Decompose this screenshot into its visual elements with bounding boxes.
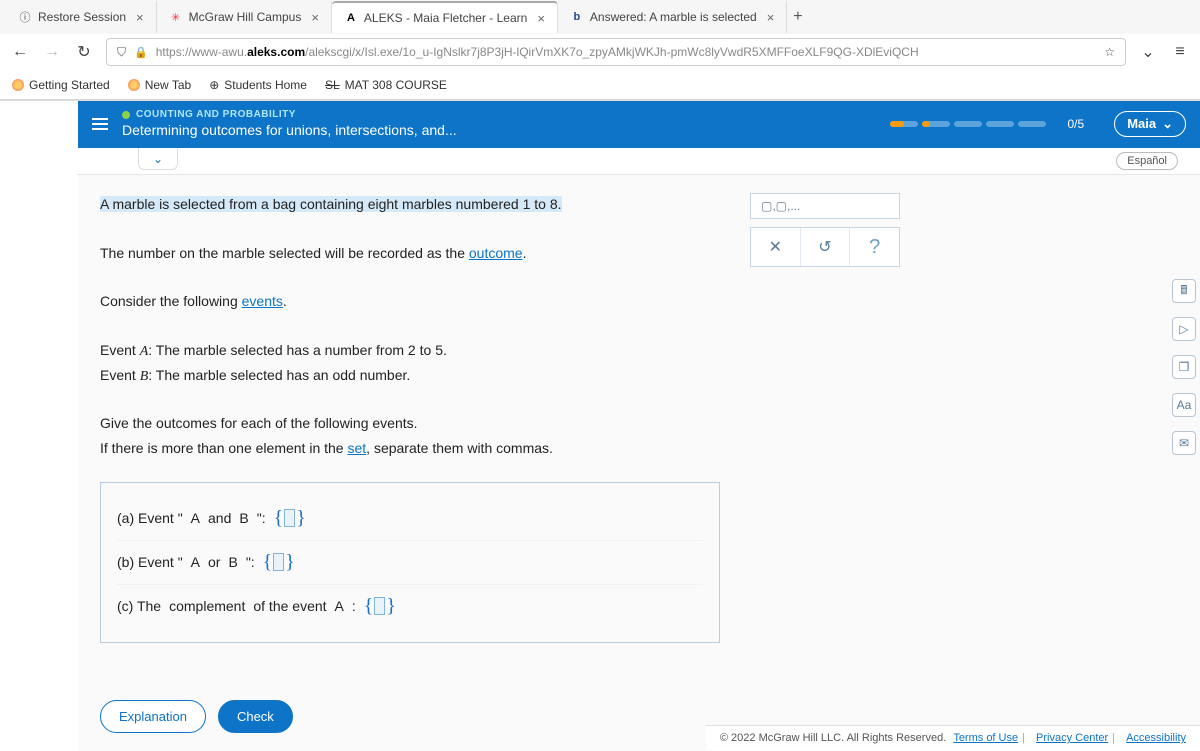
firefox-icon [128, 79, 140, 91]
close-icon[interactable]: × [767, 10, 775, 25]
clear-button[interactable]: ✕ [751, 228, 801, 266]
close-icon[interactable]: × [136, 10, 144, 25]
aleks-icon: A [344, 11, 358, 25]
course-icon: SL [325, 78, 340, 92]
topic-category: COUNTING AND PROBABILITY [122, 109, 876, 120]
globe-icon: ⊕ [209, 78, 219, 92]
tab-label: ALEKS - Maia Fletcher - Learn [364, 11, 527, 25]
tab-label: McGraw Hill Campus [189, 10, 302, 24]
tool-tray: ▢,▢,... ✕ ↺ ? [750, 193, 900, 682]
play-icon[interactable]: ▷ [1172, 317, 1196, 341]
menu-icon[interactable]: ≡ [1170, 43, 1190, 61]
back-button[interactable]: ← [10, 43, 30, 61]
mcgraw-icon: ✳ [169, 10, 183, 24]
browser-chrome: ⓘ Restore Session × ✳ McGraw Hill Campus… [0, 0, 1200, 101]
link-terms[interactable]: Terms of Use [953, 732, 1018, 744]
link-accessibility[interactable]: Accessibility [1126, 732, 1186, 744]
close-icon[interactable]: × [311, 10, 319, 25]
bookmark-students-home[interactable]: ⊕Students Home [209, 78, 307, 92]
right-tools: 🖩 ▷ ❐ Aa ✉ [1172, 279, 1196, 455]
link-complement[interactable]: complement [169, 598, 245, 614]
tab-label: Restore Session [38, 10, 126, 24]
tab-restore[interactable]: ⓘ Restore Session × [6, 1, 157, 33]
tab-mcgraw[interactable]: ✳ McGraw Hill Campus × [157, 1, 332, 33]
user-menu[interactable]: Maia⌄ [1114, 111, 1186, 137]
reload-button[interactable]: ↻ [74, 42, 94, 62]
tab-label: Answered: A marble is selected [590, 10, 757, 24]
sub-bar: ⌄ Español [78, 148, 1200, 175]
font-icon[interactable]: Aa [1172, 393, 1196, 417]
url-bar[interactable]: ⛉ 🔒 https://www-awu.aleks.com/alekscgi/x… [106, 38, 1126, 66]
status-dot-icon [122, 111, 130, 119]
nav-row: ← → ↻ ⛉ 🔒 https://www-awu.aleks.com/alek… [0, 34, 1200, 70]
set-input-c[interactable]: {} [364, 595, 396, 618]
answer-row-a: (a) Event "A and B": {} [117, 497, 703, 541]
left-rail [0, 101, 78, 751]
lock-icon: 🔒 [134, 46, 148, 59]
main-panel: COUNTING AND PROBABILITY Determining out… [78, 101, 1200, 751]
tab-aleks[interactable]: A ALEKS - Maia Fletcher - Learn × [332, 1, 558, 33]
work-area: A marble is selected from a bag containi… [78, 175, 1200, 682]
expand-button[interactable]: ⌄ [138, 148, 178, 170]
explanation-button[interactable]: Explanation [100, 700, 206, 733]
language-toggle[interactable]: Español [1116, 152, 1178, 170]
link-events[interactable]: events [242, 293, 283, 309]
check-button[interactable]: Check [218, 700, 293, 733]
link-privacy[interactable]: Privacy Center [1036, 732, 1108, 744]
problem-text: A marble is selected from a bag containi… [100, 193, 720, 462]
answer-row-c: (c) The complement of the event A: {} [117, 585, 703, 628]
topic-header: COUNTING AND PROBABILITY Determining out… [78, 101, 1200, 148]
info-icon: ⓘ [18, 10, 32, 24]
link-outcome[interactable]: outcome [469, 245, 523, 261]
link-set[interactable]: set [347, 440, 366, 456]
shield-icon: ⛉ [117, 45, 126, 60]
bookmark-mat308[interactable]: SLMAT 308 COURSE [325, 78, 447, 92]
page-content: COUNTING AND PROBABILITY Determining out… [0, 101, 1200, 751]
topic-title: Determining outcomes for unions, interse… [122, 122, 876, 138]
format-hint[interactable]: ▢,▢,... [750, 193, 900, 219]
tab-row: ⓘ Restore Session × ✳ McGraw Hill Campus… [0, 0, 1200, 34]
pocket-icon[interactable]: ⌄ [1138, 42, 1158, 62]
ebook-icon[interactable]: ❐ [1172, 355, 1196, 379]
new-tab-button[interactable]: + [793, 8, 802, 26]
tab-answered[interactable]: b Answered: A marble is selected × [558, 1, 787, 33]
set-input-b[interactable]: {} [263, 551, 295, 574]
chevron-down-icon: ⌄ [1162, 116, 1173, 132]
bookmark-new-tab[interactable]: New Tab [128, 78, 191, 92]
progress-text: 0/5 [1068, 117, 1085, 131]
progress-bar [890, 121, 1046, 127]
legal-footer: © 2022 McGraw Hill LLC. All Rights Reser… [706, 725, 1200, 750]
forward-button[interactable]: → [42, 43, 62, 61]
calculator-icon[interactable]: 🖩 [1172, 279, 1196, 303]
bartleby-icon: b [570, 10, 584, 24]
help-button[interactable]: ? [850, 228, 899, 266]
firefox-icon [12, 79, 24, 91]
answer-row-b: (b) Event "A or B": {} [117, 541, 703, 585]
bookmarks-row: Getting Started New Tab ⊕Students Home S… [0, 70, 1200, 100]
star-icon[interactable]: ☆ [1104, 45, 1115, 59]
message-icon[interactable]: ✉ [1172, 431, 1196, 455]
bookmark-getting-started[interactable]: Getting Started [12, 78, 110, 92]
problem-column: A marble is selected from a bag containi… [100, 193, 720, 682]
close-icon[interactable]: × [537, 11, 545, 26]
url-text: https://www-awu.aleks.com/alekscgi/x/Isl… [156, 45, 1097, 59]
hamburger-icon[interactable] [92, 118, 108, 130]
undo-button[interactable]: ↺ [801, 228, 851, 266]
answer-box: (a) Event "A and B": {} (b) Event "A or … [100, 482, 720, 643]
set-input-a[interactable]: {} [274, 507, 306, 530]
